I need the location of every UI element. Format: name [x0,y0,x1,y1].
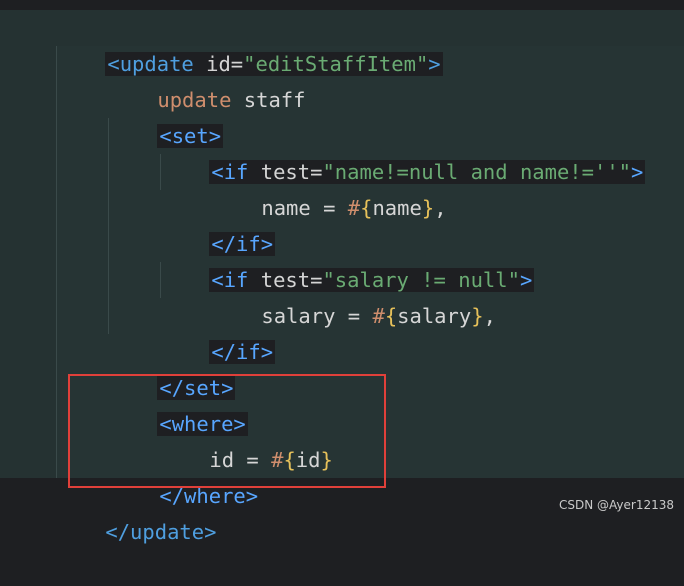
code-line-9[interactable]: </if> [160,298,276,364]
hash-sign: # [372,304,385,328]
hash-sign: # [271,448,284,472]
code-editor[interactable]: <update id="editStaffItem"> update staff… [0,0,684,544]
code-line-1[interactable]: <update id="editStaffItem"> [56,10,443,76]
left-brace: { [360,196,373,220]
code-line-7[interactable]: <if test="salary != null"> [160,226,535,292]
code-line-11[interactable]: <where> [108,370,248,436]
code-line-3[interactable]: <set> [108,82,224,148]
comma: , [434,196,447,220]
code-line-4[interactable]: <if test="name!=null and name!=''"> [160,118,646,184]
code-line-8[interactable]: salary = #{salary}, [212,262,496,328]
param-name: name [372,196,422,220]
assignment-text: salary = [261,304,373,328]
right-brace: } [320,448,333,472]
param-name: salary [397,304,472,328]
code-line-14[interactable]: </update> [56,478,216,544]
tag-close-bracket: > [519,268,533,292]
tag-close-bracket: > [428,52,441,76]
watermark: CSDN @Ayer12138 [558,498,674,512]
tag-close-bracket: > [631,160,644,184]
update-close-tag: </update> [105,520,217,544]
code-line-6[interactable]: </if> [160,190,276,256]
code-line-2[interactable]: update staff [108,46,305,112]
right-brace: } [471,304,484,328]
code-line-5[interactable]: name = #{name}, [212,154,446,220]
code-line-12[interactable]: id = #{id} [160,406,332,472]
code-line-10[interactable]: </set> [108,334,236,400]
table-name: staff [231,88,306,112]
left-brace: { [283,448,296,472]
hash-sign: # [347,196,361,220]
right-brace: } [421,196,435,220]
comma: , [483,304,496,328]
left-brace: { [384,304,398,328]
param-name: id [295,448,321,472]
code-line-13[interactable]: </where> [108,442,261,508]
